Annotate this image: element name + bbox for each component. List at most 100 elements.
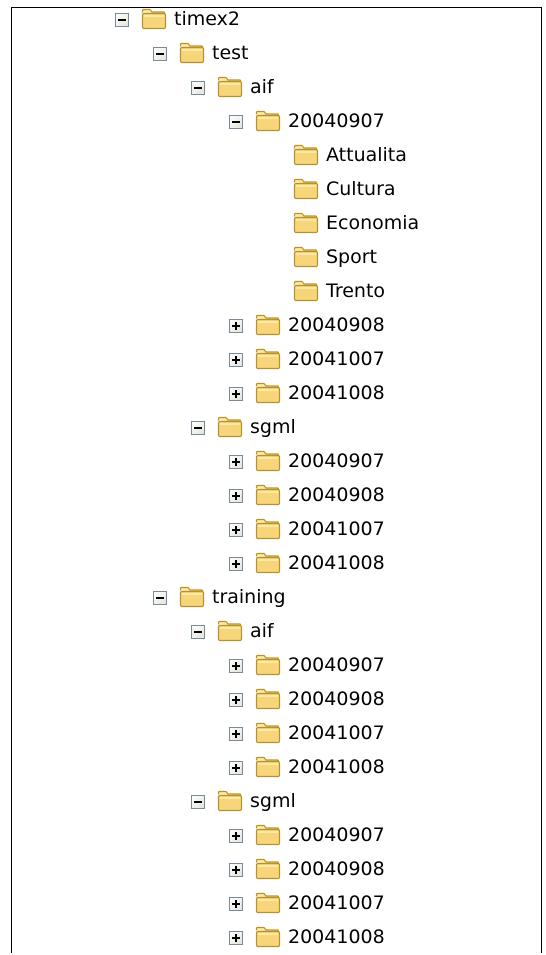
collapse-toggle[interactable]	[191, 81, 205, 95]
collapse-toggle[interactable]	[229, 115, 243, 129]
plus-icon-vertical	[235, 458, 237, 466]
tree-node-label[interactable]: aif	[248, 619, 276, 643]
tree-node-sgml[interactable]: sgml	[0, 415, 546, 445]
tree-node-aif[interactable]: aif	[0, 75, 546, 105]
collapse-toggle[interactable]	[153, 591, 167, 605]
minus-icon	[232, 121, 240, 123]
expand-toggle[interactable]	[229, 455, 243, 469]
tree-node-label[interactable]: 20040908	[286, 687, 387, 711]
tree-node-trento[interactable]: Trento	[0, 279, 546, 309]
expand-toggle[interactable]	[229, 693, 243, 707]
collapse-toggle[interactable]	[153, 47, 167, 61]
tree-node-cultura[interactable]: Cultura	[0, 177, 546, 207]
folder-icon	[255, 722, 281, 744]
folder-icon	[255, 110, 281, 132]
folder-icon	[255, 518, 281, 540]
tree-node-label[interactable]: Attualita	[324, 143, 409, 167]
collapse-toggle[interactable]	[191, 795, 205, 809]
tree-node-20041008[interactable]: 20041008	[0, 925, 546, 955]
tree-node-label[interactable]: 20040908	[286, 483, 387, 507]
expand-toggle[interactable]	[229, 863, 243, 877]
tree-node-label[interactable]: training	[210, 585, 288, 609]
folder-icon	[255, 450, 281, 472]
tree-node-label[interactable]: 20041008	[286, 925, 387, 949]
tree-node-label[interactable]: test	[210, 41, 251, 65]
tree-node-label[interactable]: 20041007	[286, 347, 387, 371]
tree-node-20040907[interactable]: 20040907	[0, 109, 546, 139]
folder-icon	[255, 654, 281, 676]
tree-node-20041007[interactable]: 20041007	[0, 721, 546, 751]
tree-node-aif[interactable]: aif	[0, 619, 546, 649]
tree-node-20041007[interactable]: 20041007	[0, 347, 546, 377]
expand-toggle[interactable]	[229, 761, 243, 775]
plus-icon-vertical	[235, 696, 237, 704]
tree-node-label[interactable]: 20040907	[286, 449, 387, 473]
folder-icon	[255, 348, 281, 370]
tree-node-sport[interactable]: Sport	[0, 245, 546, 275]
tree-node-label[interactable]: sgml	[248, 415, 298, 439]
tree-node-label[interactable]: Cultura	[324, 177, 398, 201]
tree-node-label[interactable]: 20040907	[286, 109, 387, 133]
tree-node-20041008[interactable]: 20041008	[0, 381, 546, 411]
tree-node-20041008[interactable]: 20041008	[0, 755, 546, 785]
expand-toggle[interactable]	[229, 897, 243, 911]
folder-icon	[179, 586, 205, 608]
expand-toggle[interactable]	[229, 353, 243, 367]
tree-node-label[interactable]: 20040908	[286, 857, 387, 881]
tree-node-label[interactable]: sgml	[248, 789, 298, 813]
tree-node-economia[interactable]: Economia	[0, 211, 546, 241]
expand-toggle[interactable]	[229, 387, 243, 401]
folder-icon	[255, 892, 281, 914]
folder-icon	[217, 416, 243, 438]
expand-toggle[interactable]	[229, 829, 243, 843]
expand-toggle[interactable]	[229, 727, 243, 741]
collapse-toggle[interactable]	[115, 13, 129, 27]
plus-icon-vertical	[235, 764, 237, 772]
folder-icon	[293, 178, 319, 200]
tree-node-20040908[interactable]: 20040908	[0, 687, 546, 717]
collapse-toggle[interactable]	[191, 421, 205, 435]
tree-node-label[interactable]: Sport	[324, 245, 379, 269]
minus-icon	[194, 631, 202, 633]
plus-icon-vertical	[235, 866, 237, 874]
tree-node-20041007[interactable]: 20041007	[0, 891, 546, 921]
tree-node-label[interactable]: Economia	[324, 211, 421, 235]
plus-icon-vertical	[235, 662, 237, 670]
expand-toggle[interactable]	[229, 557, 243, 571]
tree-node-20040907[interactable]: 20040907	[0, 823, 546, 853]
tree-node-20040908[interactable]: 20040908	[0, 857, 546, 887]
tree-node-20040908[interactable]: 20040908	[0, 313, 546, 343]
tree-node-label[interactable]: 20041007	[286, 721, 387, 745]
expand-toggle[interactable]	[229, 319, 243, 333]
tree-node-attualita[interactable]: Attualita	[0, 143, 546, 173]
folder-icon	[293, 246, 319, 268]
tree-node-label[interactable]: 20040907	[286, 653, 387, 677]
tree-node-label[interactable]: 20040908	[286, 313, 387, 337]
folder-icon	[217, 620, 243, 642]
expand-toggle[interactable]	[229, 489, 243, 503]
tree-node-training[interactable]: training	[0, 585, 546, 615]
expand-toggle[interactable]	[229, 931, 243, 945]
tree-node-20040907[interactable]: 20040907	[0, 449, 546, 479]
tree-node-timex2[interactable]: timex2	[0, 7, 546, 37]
collapse-toggle[interactable]	[191, 625, 205, 639]
tree-node-label[interactable]: 20040907	[286, 823, 387, 847]
tree-node-sgml[interactable]: sgml	[0, 789, 546, 819]
tree-node-label[interactable]: 20041008	[286, 755, 387, 779]
minus-icon	[194, 427, 202, 429]
minus-icon	[118, 19, 126, 21]
tree-node-20041008[interactable]: 20041008	[0, 551, 546, 581]
tree-node-label[interactable]: timex2	[172, 7, 242, 31]
tree-node-label[interactable]: Trento	[324, 279, 387, 303]
tree-node-label[interactable]: 20041008	[286, 551, 387, 575]
expand-toggle[interactable]	[229, 523, 243, 537]
tree-node-20040908[interactable]: 20040908	[0, 483, 546, 513]
tree-node-20041007[interactable]: 20041007	[0, 517, 546, 547]
tree-node-label[interactable]: 20041007	[286, 891, 387, 915]
tree-node-test[interactable]: test	[0, 41, 546, 71]
tree-node-label[interactable]: aif	[248, 75, 276, 99]
expand-toggle[interactable]	[229, 659, 243, 673]
tree-node-label[interactable]: 20041008	[286, 381, 387, 405]
tree-node-20040907[interactable]: 20040907	[0, 653, 546, 683]
tree-node-label[interactable]: 20041007	[286, 517, 387, 541]
